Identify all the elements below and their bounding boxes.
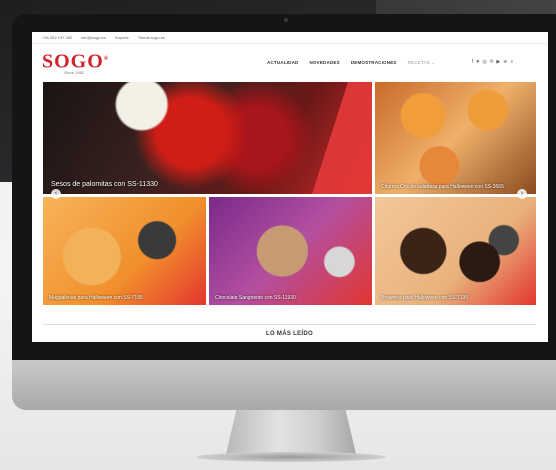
tile-caption: Sesos de palomitas con SS-11330 [51,181,158,188]
featured-tile-churros[interactable]: Churros Cris de calabaza para Halloween … [375,82,536,194]
twitter-icon[interactable]: ♥ [476,59,479,65]
featured-tile-brownies[interactable]: Brownies para Halloween con SS-7195 [375,197,536,305]
youtube-icon[interactable]: ▶ [496,59,500,65]
featured-tile-popcorn[interactable]: Sesos de palomitas con SS-11330 [43,82,372,194]
social-links: f ♥ ◎ ℗ ▶ ≋ ⌕ [472,59,513,65]
store-link[interactable]: Tienda sogo.es [138,35,165,40]
pinterest-icon[interactable]: ℗ [490,59,494,65]
main-nav: ACTUALIDAD NOVEDADES DEMOSTRACIONES RECE… [267,60,435,66]
site-header: SOGO® Since 1982 ACTUALIDAD NOVEDADES DE… [32,44,548,81]
rss-icon[interactable]: ≋ [503,59,507,65]
monitor-stand [226,410,356,454]
search-icon[interactable]: ⌕ [510,59,513,65]
email-link[interactable]: info@sogo.es [81,35,106,40]
nav-item-recetas[interactable]: RECETAS ⌄ [408,60,436,66]
browser-screen: +34 902 197 082 info@sogo.es Soporte Tie… [32,32,548,342]
logo-registered: ® [103,55,110,62]
facebook-icon[interactable]: f [472,59,473,65]
tile-caption: Chocolate Sangriento con SS-11930 [215,295,296,301]
monitor-chin [12,360,556,410]
logo-tagline: Since 1982 [64,70,85,76]
carousel-next-icon[interactable]: › [517,189,527,199]
support-link[interactable]: Soporte [115,35,129,40]
top-contact-bar: +34 902 197 082 info@sogo.es Soporte Tie… [32,32,548,44]
tile-caption: Churros Cris de calabaza para Halloween … [381,184,504,190]
featured-tile-chocolate[interactable]: Chocolate Sangriento con SS-11930 [209,197,372,305]
sogo-logo[interactable]: SOGO® Since 1982 [42,50,110,76]
section-title: LO MÁS LEÍDO [260,331,319,337]
monitor-base [196,452,386,462]
most-read-section: LO MÁS LEÍDO [43,324,536,342]
carousel-prev-icon[interactable]: ‹ [51,189,61,199]
instagram-icon[interactable]: ◎ [482,59,486,65]
tile-caption: Brownies para Halloween con SS-7195 [381,295,468,301]
tile-caption: Magdalenas para Halloween con SS-7185 [49,295,143,301]
featured-tile-magdalenas[interactable]: Magdalenas para Halloween con SS-7185 [43,197,206,305]
nav-item-actualidad[interactable]: ACTUALIDAD [267,60,299,66]
nav-item-demostraciones[interactable]: DEMOSTRACIONES [351,60,397,66]
phone-link[interactable]: +34 902 197 082 [42,35,72,40]
logo-text: SOGO [42,50,104,73]
camera-icon [284,18,288,22]
nav-item-novedades[interactable]: NOVEDADES [310,60,340,66]
